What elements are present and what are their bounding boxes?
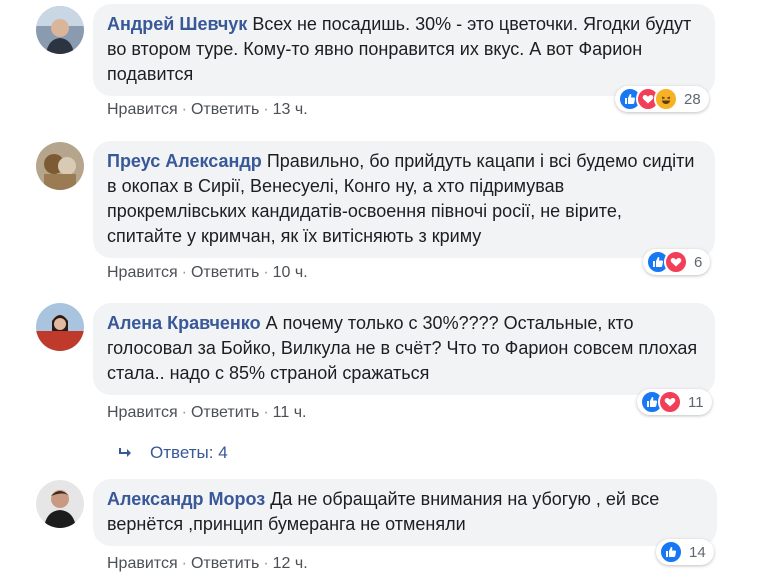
comment-actions: Нравится · Ответить · 13 ч. <box>107 101 308 118</box>
comment-bubble: Андрей Шевчук Всех не посадишь. 30% - эт… <box>93 4 715 96</box>
avatar[interactable] <box>36 303 84 351</box>
comment-time[interactable]: 10 ч. <box>273 264 308 281</box>
avatar[interactable] <box>36 6 84 54</box>
reply-link[interactable]: Ответить <box>191 404 259 421</box>
avatar[interactable] <box>36 480 84 528</box>
reactions-count: 11 <box>688 393 704 411</box>
comment-author[interactable]: Андрей Шевчук <box>107 14 247 34</box>
comment-bubble: Александр Мороз Да не обращайте внимания… <box>93 479 717 546</box>
reactions-summary[interactable]: 6 <box>643 249 711 275</box>
love-icon <box>658 390 682 414</box>
view-replies-link[interactable]: Ответы: 4 <box>118 443 228 463</box>
avatar[interactable] <box>36 142 84 190</box>
reactions-summary[interactable]: 11 <box>637 389 712 415</box>
comment-bubble: Преус Александр Правильно, бо прийдуть к… <box>93 141 715 258</box>
comment-time[interactable]: 11 ч. <box>273 404 307 421</box>
comment-bubble: Алена Кравченко А почему только с 30%???… <box>93 303 715 395</box>
comment-author[interactable]: Преус Александр <box>107 151 262 171</box>
comment-actions: Нравится · Ответить · 12 ч. <box>107 555 308 572</box>
comment-actions: Нравится · Ответить · 11 ч. <box>107 404 307 421</box>
like-link[interactable]: Нравится <box>107 404 178 421</box>
like-icon <box>659 540 683 564</box>
comment-actions: Нравится · Ответить · 10 ч. <box>107 264 308 281</box>
reactions-summary[interactable]: 28 <box>615 86 709 112</box>
reactions-count: 14 <box>689 543 706 561</box>
like-link[interactable]: Нравится <box>107 101 178 118</box>
reply-link[interactable]: Ответить <box>191 264 259 281</box>
reply-link[interactable]: Ответить <box>191 555 259 572</box>
reply-link[interactable]: Ответить <box>191 101 259 118</box>
reply-arrow-icon <box>118 446 134 460</box>
reactions-count: 6 <box>694 253 703 271</box>
haha-icon <box>654 87 678 111</box>
reactions-count: 28 <box>684 90 701 108</box>
comment-author[interactable]: Алена Кравченко <box>107 313 261 333</box>
like-link[interactable]: Нравится <box>107 555 178 572</box>
reactions-summary[interactable]: 14 <box>656 539 714 565</box>
comment-time[interactable]: 12 ч. <box>273 555 308 572</box>
replies-count: Ответы: 4 <box>150 443 228 462</box>
like-link[interactable]: Нравится <box>107 264 178 281</box>
comment-author[interactable]: Александр Мороз <box>107 489 265 509</box>
comment-time[interactable]: 13 ч. <box>273 101 308 118</box>
love-icon <box>664 250 688 274</box>
